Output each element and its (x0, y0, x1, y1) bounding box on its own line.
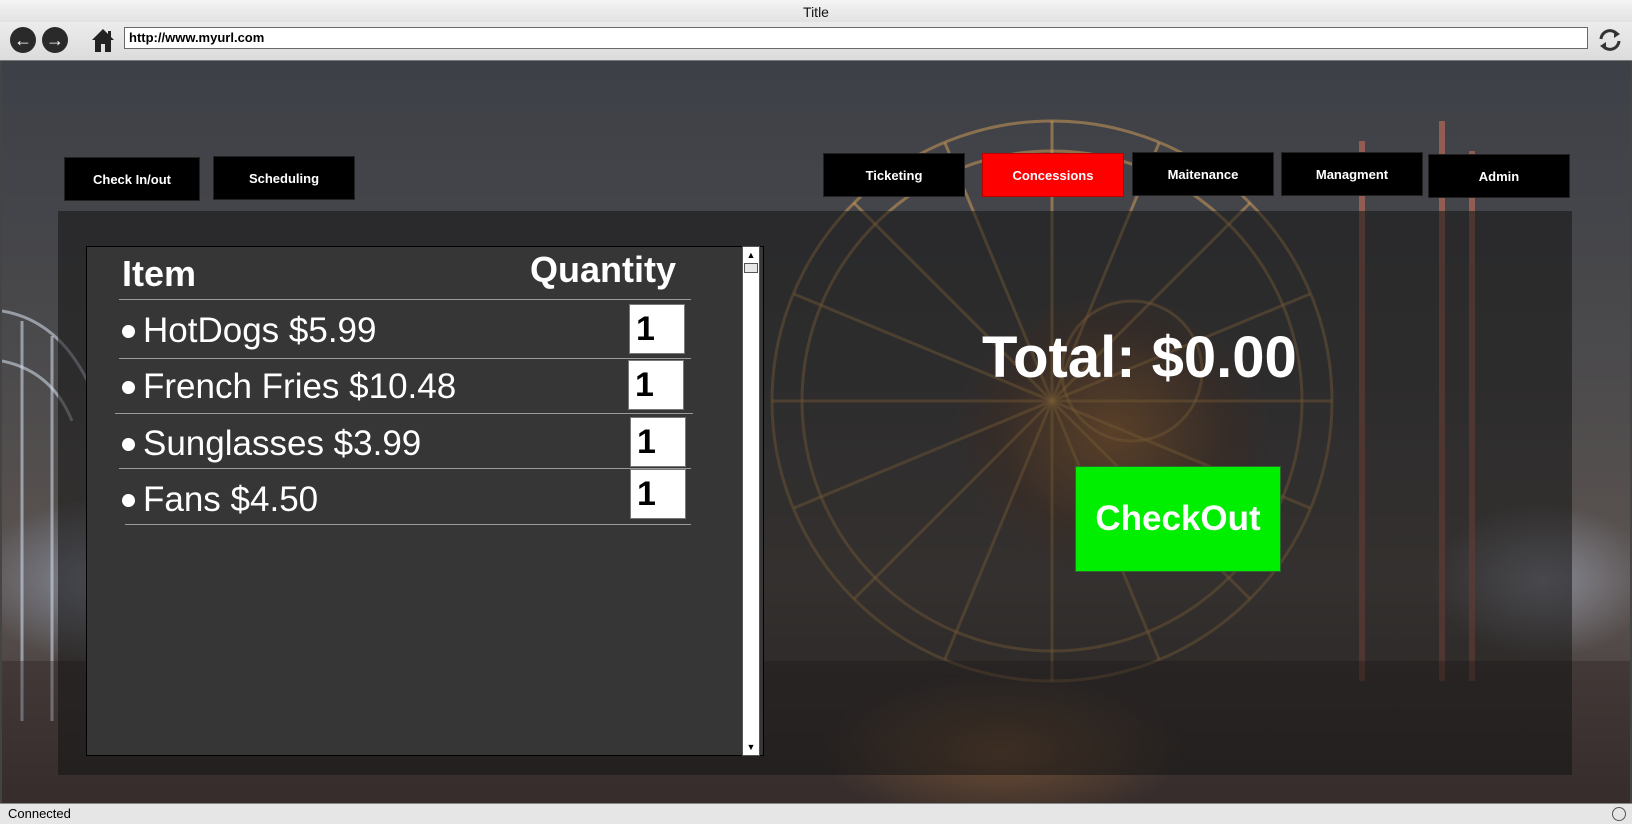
item-sunglasses[interactable]: Sunglasses $3.99 (143, 424, 421, 464)
window-title: Title (0, 0, 1632, 22)
tab-maintenance[interactable]: Maitenance (1132, 152, 1274, 196)
home-icon[interactable] (90, 26, 116, 54)
item-french-fries[interactable]: French Fries $10.48 (143, 367, 456, 407)
back-arrow-icon[interactable]: ← (10, 27, 36, 53)
page-viewport: Check In/out Scheduling Ticketing Conces… (0, 61, 1632, 803)
tab-check-in-out[interactable]: Check In/out (64, 157, 200, 201)
quantity-field-french-fries[interactable]: 1 (628, 360, 684, 410)
list-bullet (122, 494, 135, 507)
globe-icon (1612, 807, 1626, 821)
checkout-button[interactable]: CheckOut (1075, 466, 1281, 572)
quantity-field-fans[interactable]: 1 (630, 469, 686, 519)
tab-management[interactable]: Managment (1281, 152, 1423, 196)
items-list[interactable]: Item Quantity HotDogs $5.99 1 French Fri… (86, 246, 764, 756)
quantity-column-header: Quantity (530, 249, 677, 290)
list-bullet (122, 438, 135, 451)
row-divider (125, 524, 691, 525)
scroll-up-arrow-icon[interactable]: ▲ (744, 248, 758, 262)
list-bullet (122, 325, 135, 338)
list-bullet (122, 381, 135, 394)
header-divider (119, 299, 691, 300)
status-bar: Connected (0, 803, 1632, 824)
order-total: Total: $0.00 (982, 325, 1297, 390)
refresh-icon[interactable] (1597, 26, 1623, 54)
scrollbar-thumb[interactable] (744, 263, 758, 273)
url-input[interactable]: http://www.myurl.com (124, 27, 1588, 49)
scroll-down-arrow-icon[interactable]: ▼ (744, 740, 758, 754)
tab-concessions[interactable]: Concessions (982, 153, 1124, 197)
row-divider (119, 468, 691, 469)
tab-scheduling[interactable]: Scheduling (213, 156, 355, 200)
status-text: Connected (8, 806, 71, 821)
item-hotdogs[interactable]: HotDogs $5.99 (143, 311, 376, 351)
row-divider (115, 413, 693, 414)
item-fans[interactable]: Fans $4.50 (143, 480, 318, 520)
row-divider (119, 358, 691, 359)
items-scrollbar[interactable]: ▲ ▼ (742, 246, 760, 756)
quantity-field-sunglasses[interactable]: 1 (630, 417, 686, 467)
item-column-header: Item (122, 253, 197, 294)
browser-toolbar: ← → http://www.myurl.com (0, 22, 1632, 61)
forward-arrow-icon[interactable]: → (42, 27, 68, 53)
tab-ticketing[interactable]: Ticketing (823, 153, 965, 197)
tab-admin[interactable]: Admin (1428, 154, 1570, 198)
quantity-field-hotdogs[interactable]: 1 (629, 304, 685, 354)
